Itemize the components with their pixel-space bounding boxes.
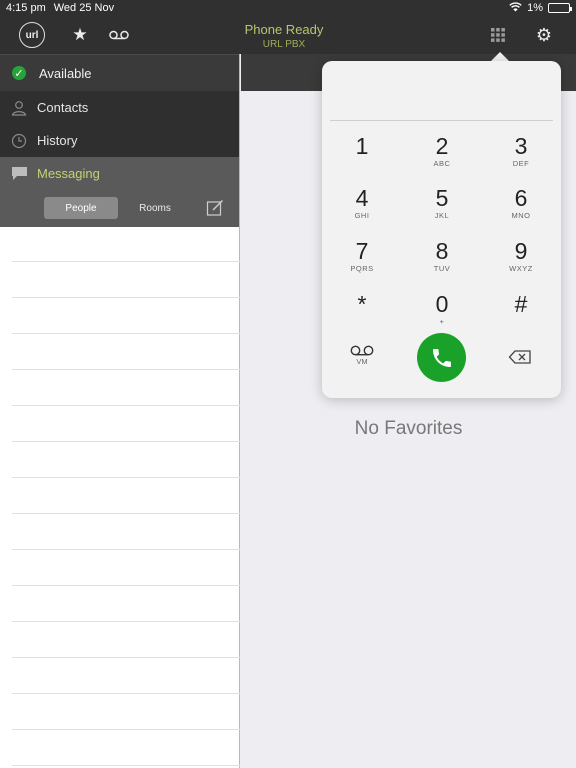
list-item[interactable] — [12, 730, 240, 766]
phone-status: Phone Ready URL PBX — [200, 22, 368, 50]
dial-key-4[interactable]: 4 GHI — [332, 185, 392, 229]
presence-available[interactable]: ✓ Available — [0, 54, 239, 91]
phone-status-subtitle: URL PBX — [262, 39, 306, 50]
sidebar-item-label: Messaging — [37, 166, 100, 181]
dial-number-display[interactable] — [330, 61, 553, 121]
segment-rooms[interactable]: Rooms — [118, 197, 192, 219]
dial-key-0[interactable]: 0 + — [412, 291, 472, 335]
list-item[interactable] — [12, 406, 240, 442]
dial-key-1[interactable]: 1 — [332, 133, 392, 177]
dial-key-3[interactable]: 3 DEF — [491, 133, 551, 177]
status-bar: 4:15 pm Wed 25 Nov 1% — [0, 0, 576, 16]
backspace-icon — [508, 350, 531, 364]
conversation-list — [0, 226, 240, 766]
dial-key-9[interactable]: 9 WXYZ — [491, 238, 551, 282]
chat-bubble-icon — [10, 165, 28, 183]
voicemail-key-label: VM — [356, 357, 368, 366]
list-item[interactable] — [12, 478, 240, 514]
dial-key-hash[interactable]: # — [491, 291, 551, 335]
list-item[interactable] — [12, 262, 240, 298]
list-item[interactable] — [12, 370, 240, 406]
list-item[interactable] — [12, 658, 240, 694]
presence-label: Available — [39, 65, 92, 81]
status-time: 4:15 pm — [6, 2, 46, 14]
list-item[interactable] — [12, 514, 240, 550]
compose-icon[interactable] — [206, 199, 224, 217]
empty-state-text: No Favorites — [354, 418, 463, 439]
battery-icon — [548, 3, 572, 13]
dial-key-6[interactable]: 6 MNO — [491, 185, 551, 229]
call-button[interactable] — [417, 333, 466, 382]
sidebar: ✓ Available Contacts History Messaging P… — [0, 54, 240, 768]
voicemail-icon[interactable] — [106, 22, 132, 48]
settings-gear-icon[interactable]: ⚙ — [531, 22, 557, 48]
list-item[interactable] — [12, 298, 240, 334]
dial-key-2[interactable]: 2 ABC — [412, 133, 472, 177]
backspace-key[interactable] — [508, 349, 532, 365]
wifi-icon — [509, 1, 522, 15]
messaging-segment-bar: People Rooms — [0, 190, 239, 227]
people-rooms-segmented-control: People Rooms — [44, 197, 192, 219]
phone-status-title: Phone Ready — [244, 22, 324, 37]
voicemail-key[interactable]: VM — [332, 345, 392, 366]
battery-percent: 1% — [527, 2, 543, 14]
segment-people[interactable]: People — [44, 197, 118, 219]
dial-key-8[interactable]: 8 TUV — [412, 238, 472, 282]
clock-icon — [10, 132, 28, 150]
dial-key-7[interactable]: 7 PQRS — [332, 238, 392, 282]
phone-icon — [432, 348, 451, 367]
sidebar-item-label: Contacts — [37, 100, 89, 115]
dial-key-5[interactable]: 5 JKL — [412, 185, 472, 229]
sidebar-item-label: History — [37, 133, 78, 148]
list-item[interactable] — [12, 550, 240, 586]
list-item[interactable] — [12, 694, 240, 730]
list-item[interactable] — [12, 622, 240, 658]
dialpad-popover: 1 2 ABC 3 DEF 4 GHI 5 JKL 6 MNO 7 PQRS 8 TUV 9W… — [322, 61, 561, 398]
sidebar-item-contacts[interactable]: Contacts — [0, 91, 239, 124]
dial-key-star[interactable]: * — [332, 291, 392, 335]
list-item[interactable] — [12, 226, 240, 262]
status-date: Wed 25 Nov — [53, 2, 115, 14]
list-item[interactable] — [12, 334, 240, 370]
person-icon — [10, 99, 28, 117]
list-item[interactable] — [12, 442, 240, 478]
check-icon: ✓ — [12, 66, 26, 80]
top-nav-bar: url ★ Phone Ready URL PBX ⚙ — [0, 16, 576, 54]
list-item[interactable] — [12, 586, 240, 622]
dialpad-icon[interactable] — [485, 22, 511, 48]
sidebar-item-history[interactable]: History — [0, 124, 239, 157]
url-logo-icon[interactable]: url — [19, 22, 45, 48]
voicemail-icon — [350, 345, 374, 356]
favorites-star-icon[interactable]: ★ — [67, 22, 93, 48]
sidebar-item-messaging[interactable]: Messaging — [0, 157, 239, 190]
